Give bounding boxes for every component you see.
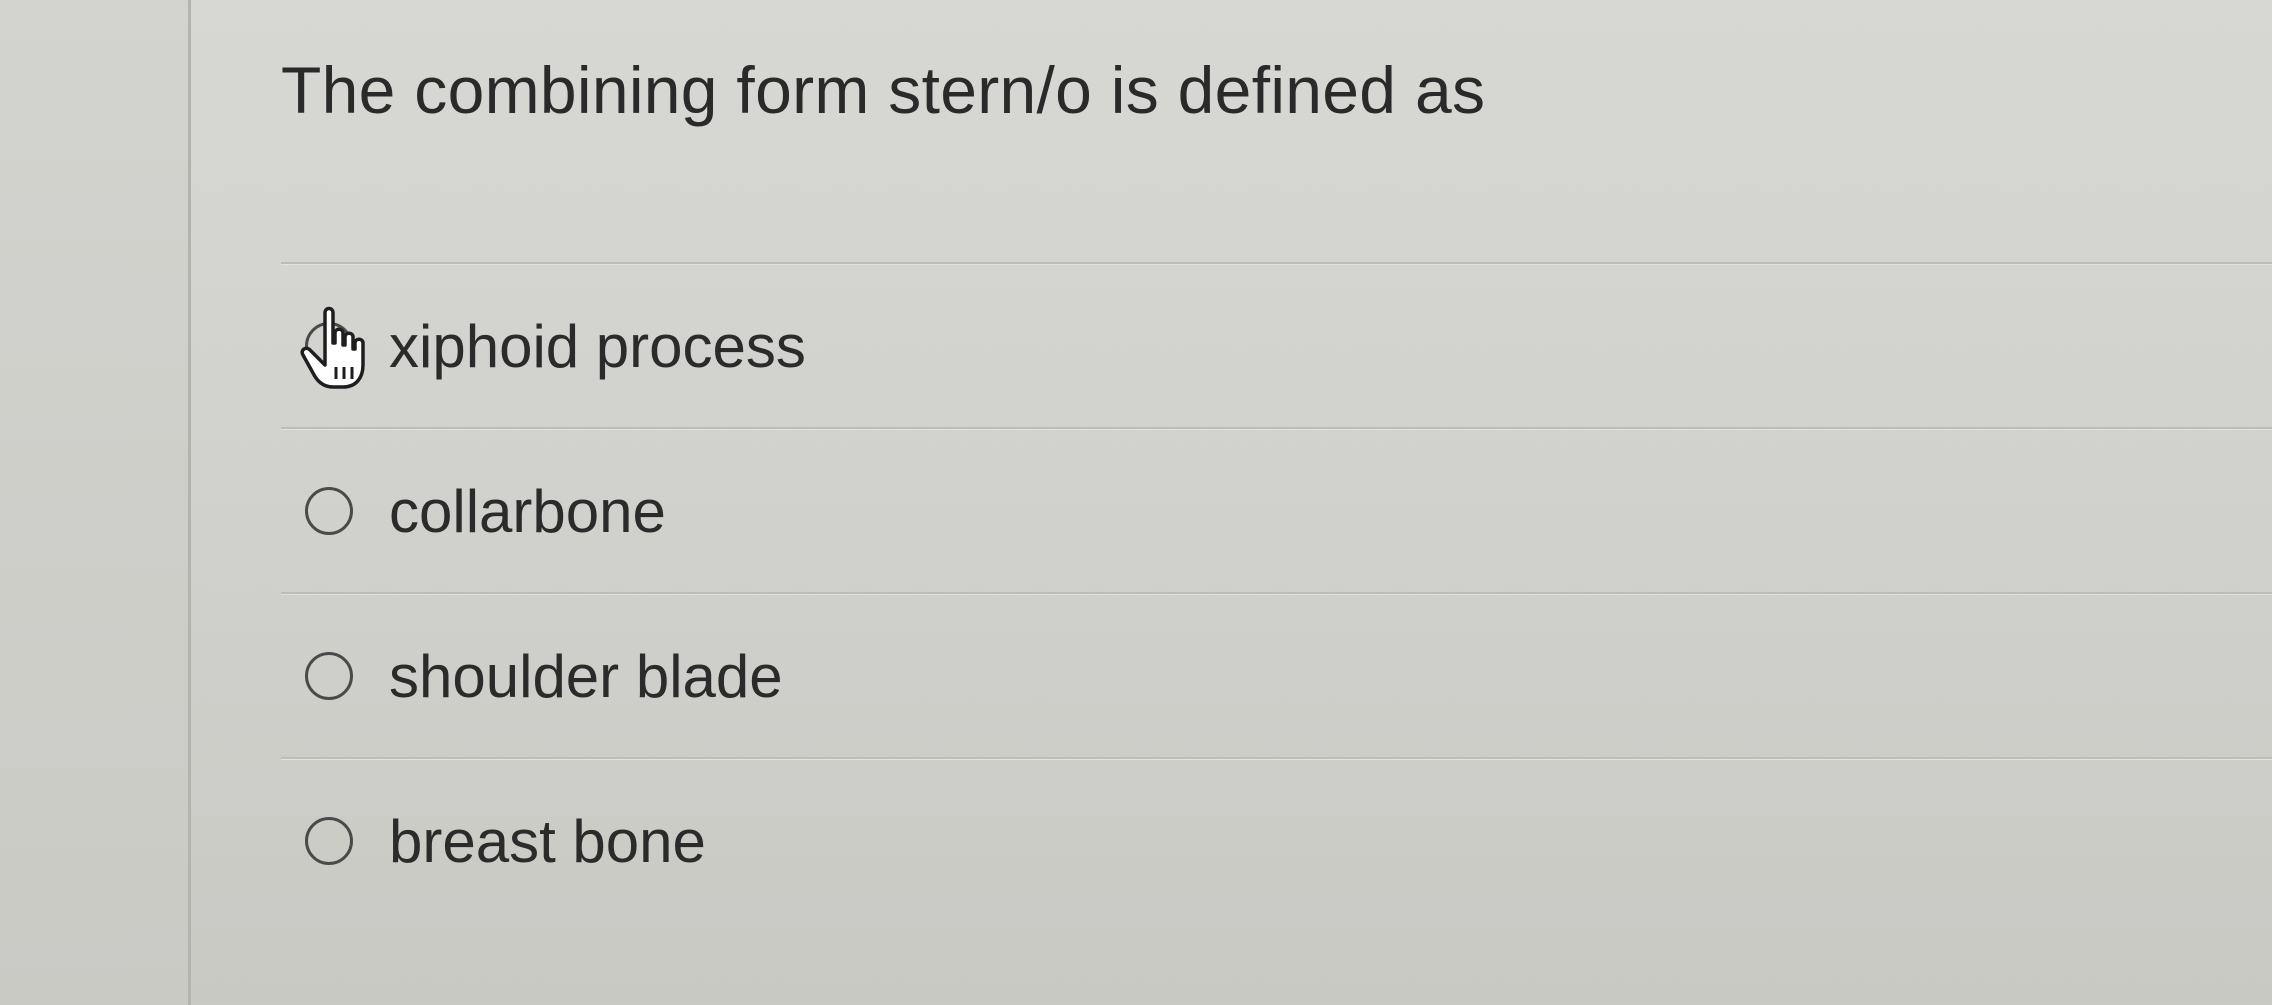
answer-label: breast bone xyxy=(389,807,706,875)
answer-label: xiphoid process xyxy=(389,312,806,380)
answer-option-xiphoid-process[interactable]: xiphoid process xyxy=(281,265,2272,427)
radio-button[interactable] xyxy=(305,487,353,535)
hand-pointer-icon xyxy=(295,303,375,395)
question-panel: The combining form stern/o is defined as… xyxy=(191,0,2272,1005)
radio-button[interactable] xyxy=(305,652,353,700)
answer-list: xiphoid process collarbone shoulder blad… xyxy=(281,262,2272,922)
left-gutter xyxy=(0,0,191,1005)
answer-option-breast-bone[interactable]: breast bone xyxy=(281,760,2272,922)
answer-option-collarbone[interactable]: collarbone xyxy=(281,430,2272,592)
answer-label: collarbone xyxy=(389,477,666,545)
answer-option-shoulder-blade[interactable]: shoulder blade xyxy=(281,595,2272,757)
radio-button[interactable] xyxy=(305,817,353,865)
question-text: The combining form stern/o is defined as xyxy=(281,53,1486,127)
answer-label: shoulder blade xyxy=(389,642,783,710)
